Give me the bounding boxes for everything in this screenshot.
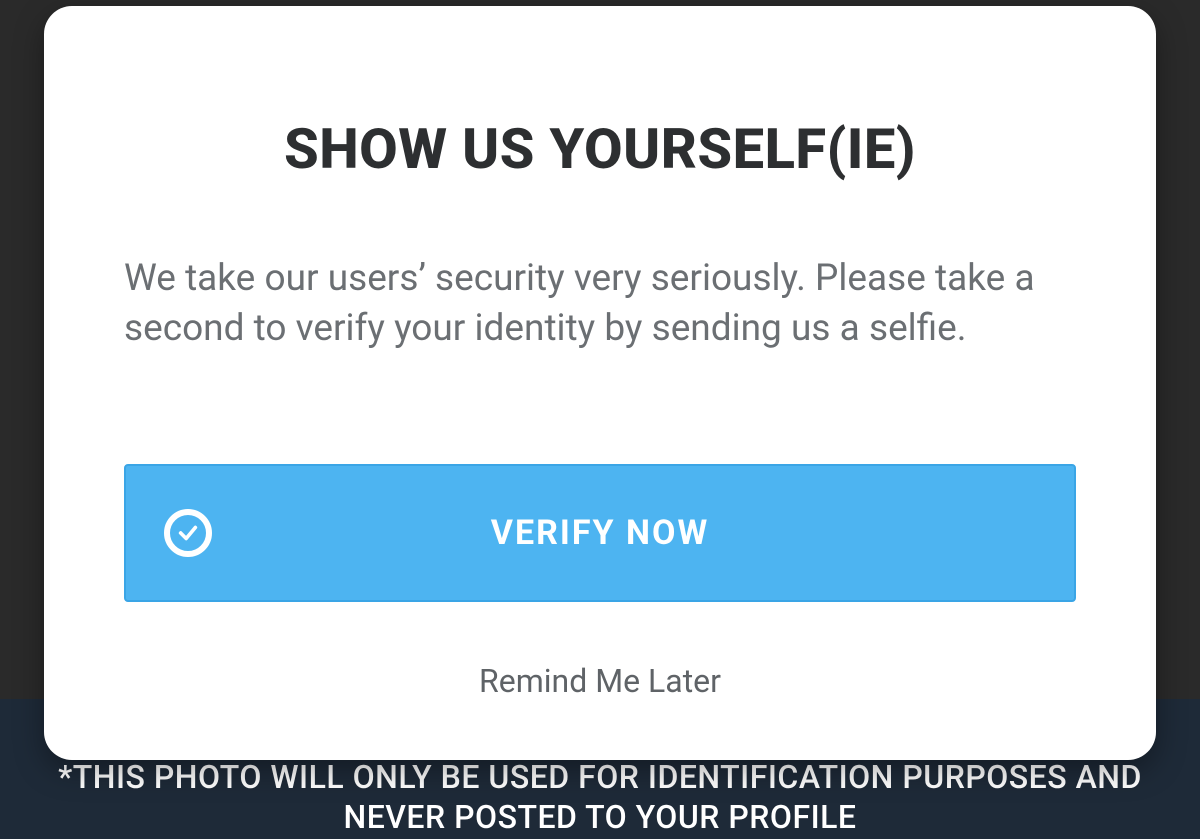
verify-now-button[interactable]: VERIFY NOW <box>124 464 1076 602</box>
modal-body-text: We take our users’ security very serious… <box>124 254 1076 354</box>
modal-title: SHOW US YOURSELF(IE) <box>124 116 1076 182</box>
verify-now-label: VERIFY NOW <box>491 513 709 553</box>
remind-me-later-link[interactable]: Remind Me Later <box>124 662 1076 700</box>
check-circle-icon <box>164 509 212 557</box>
disclaimer-text: *THIS PHOTO WILL ONLY BE USED FOR IDENTI… <box>0 757 1200 839</box>
verification-modal: SHOW US YOURSELF(IE) We take our users’ … <box>44 6 1156 760</box>
